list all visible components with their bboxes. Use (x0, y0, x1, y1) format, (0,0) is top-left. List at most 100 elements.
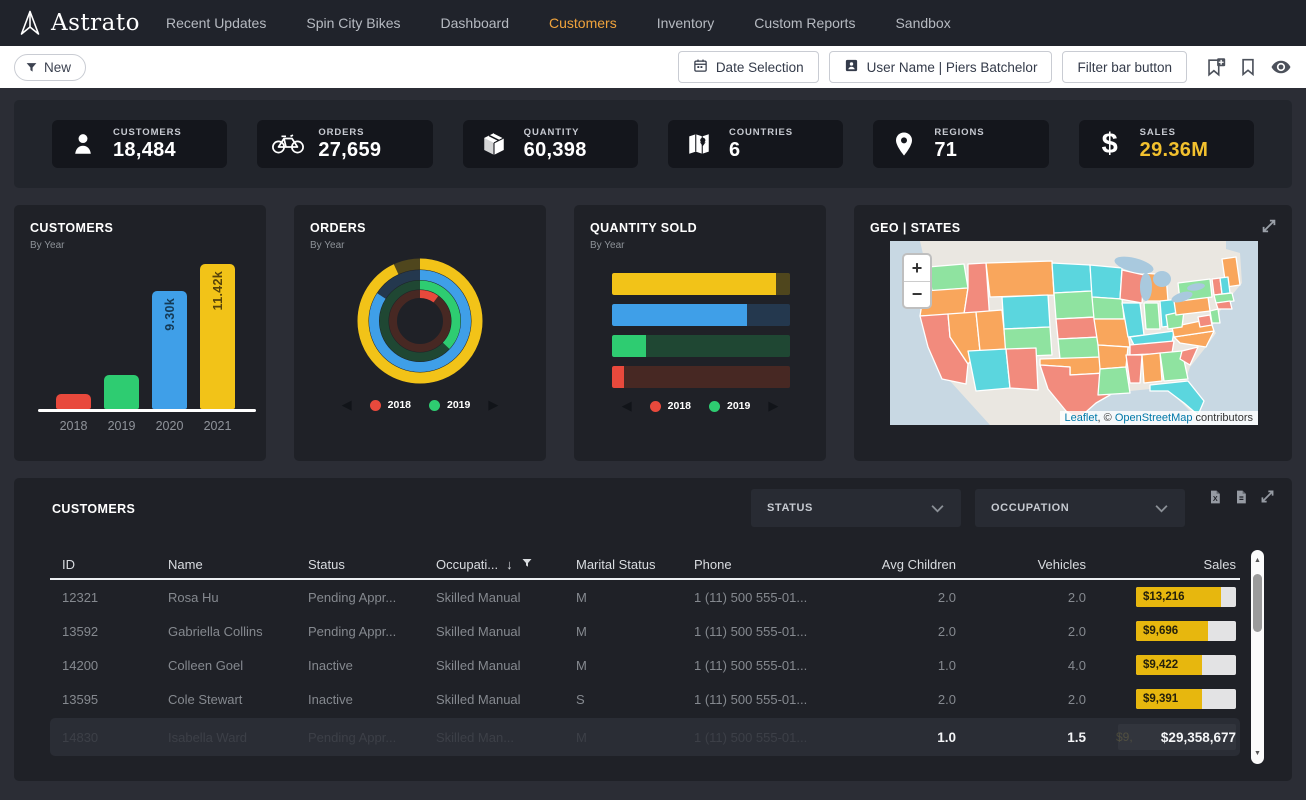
filter-funnel-icon[interactable] (521, 557, 533, 572)
cell-status: Inactive (308, 658, 436, 673)
new-filter-button[interactable]: New (14, 54, 86, 81)
eye-icon[interactable] (1270, 58, 1292, 76)
leaflet-link[interactable]: Leaflet (1065, 412, 1098, 424)
bar-2019[interactable] (104, 375, 139, 409)
export-document-icon[interactable] (1233, 489, 1249, 505)
table-row[interactable]: 13592Gabriella CollinsPending Appr...Ski… (50, 614, 1240, 648)
sort-desc-icon[interactable]: ↓ (506, 557, 513, 572)
quantity-bar-2018[interactable] (612, 366, 790, 388)
chart-title: ORDERS (310, 221, 530, 235)
ghost-cell: Pending Appr... (308, 730, 436, 745)
scroll-up-icon[interactable]: ▲ (1254, 557, 1261, 564)
bar-2018[interactable] (56, 394, 91, 409)
leaflet-map[interactable]: + − Leaflet, © OpenStreetMap contributor… (890, 241, 1258, 425)
brand-logo[interactable]: Astrato (18, 10, 140, 36)
dropdown-label: STATUS (767, 502, 813, 514)
column-header-status[interactable]: Status (308, 557, 436, 572)
funnel-icon (25, 61, 38, 74)
legend-prev-icon[interactable]: ◀ (622, 398, 632, 414)
column-header-phone[interactable]: Phone (694, 557, 844, 572)
chevron-down-icon (930, 504, 945, 513)
bar-value-label: 9.30k (163, 298, 177, 331)
bar-2021[interactable]: 11.42k (200, 264, 235, 409)
x-tick-2021: 2021 (200, 419, 235, 433)
cell-vehicles: 2.0 (956, 624, 1086, 639)
column-header-id[interactable]: ID (50, 557, 168, 572)
quantity-bar-2019[interactable] (612, 335, 790, 357)
scrollbar-thumb[interactable] (1253, 574, 1262, 632)
sales-value: $9,391 (1143, 693, 1178, 705)
user-card-icon (844, 58, 859, 76)
legend-item-2018[interactable]: 2018 (650, 400, 691, 412)
us-states-map (890, 241, 1258, 425)
zoom-in-button[interactable]: + (904, 255, 930, 281)
legend-next-icon[interactable]: ▶ (488, 397, 498, 413)
kpi-value: 29.36M (1140, 139, 1209, 162)
quantity-bar-fill (612, 366, 624, 388)
export-excel-icon[interactable]: X (1207, 489, 1223, 505)
legend-item-2018[interactable]: 2018 (370, 399, 411, 411)
table-row[interactable]: 12321Rosa HuPending Appr...Skilled Manua… (50, 580, 1240, 614)
legend-label: 2019 (447, 399, 470, 411)
column-header-name[interactable]: Name (168, 557, 308, 572)
quantity-chart-panel: QUANTITY SOLD By Year ◀20182019▶ (574, 205, 826, 461)
legend-dot (370, 400, 381, 411)
cell-sales: $13,216 (1086, 587, 1236, 607)
date-selection-button[interactable]: Date Selection (678, 51, 819, 83)
column-header-occupati[interactable]: Occupati...↓ (436, 557, 576, 572)
nav-item-dashboard[interactable]: Dashboard (441, 15, 510, 31)
zoom-out-button[interactable]: − (904, 281, 930, 307)
nav-item-recent-updates[interactable]: Recent Updates (166, 15, 266, 31)
legend-label: 2018 (388, 399, 411, 411)
dashboard-content: CUSTOMERS18,484ORDERS27,659QUANTITY60,39… (0, 88, 1306, 781)
expand-icon[interactable] (1260, 217, 1278, 240)
column-header-marital-status[interactable]: Marital Status (576, 557, 694, 572)
cell-occupation: Skilled Manual (436, 590, 576, 605)
quantity-bar-2021[interactable] (612, 273, 790, 295)
bookmark-icon[interactable] (1239, 57, 1257, 77)
nav-item-sandbox[interactable]: Sandbox (895, 15, 950, 31)
nav-item-custom-reports[interactable]: Custom Reports (754, 15, 855, 31)
table-row[interactable]: 13595Cole StewartInactiveSkilled ManualS… (50, 682, 1240, 716)
nav-item-inventory[interactable]: Inventory (657, 15, 715, 31)
ghost-cell: Skilled Man... (436, 730, 576, 745)
legend-next-icon[interactable]: ▶ (768, 398, 778, 414)
filter-bar-button-button[interactable]: Filter bar button (1062, 51, 1187, 83)
legend-label: 2018 (668, 400, 691, 412)
kpi-label: CUSTOMERS (113, 127, 182, 138)
legend-item-2019[interactable]: 2019 (429, 399, 470, 411)
cell-avg-children: 2.0 (844, 692, 956, 707)
scroll-down-icon[interactable]: ▼ (1254, 750, 1261, 757)
chart-subtitle: By Year (310, 240, 530, 251)
legend-prev-icon[interactable]: ◀ (342, 397, 352, 413)
table-row[interactable]: 14200Colleen GoelInactiveSkilled ManualM… (50, 648, 1240, 682)
kpi-card-orders: ORDERS27,659 (257, 120, 432, 168)
quantity-bar-2020[interactable] (612, 304, 790, 326)
cell-name: Rosa Hu (168, 590, 308, 605)
charts-row: CUSTOMERS By Year 9.30k11.42k 2018201920… (14, 205, 1292, 461)
bookmark-add-icon[interactable] (1205, 57, 1226, 78)
expand-icon[interactable] (1259, 488, 1276, 505)
column-header-avg-children[interactable]: Avg Children (844, 557, 956, 572)
column-header-sales[interactable]: Sales (1086, 557, 1236, 572)
table-scrollbar[interactable]: ▲ ▼ (1251, 550, 1264, 764)
kpi-value: 6 (729, 139, 793, 162)
kpi-card-regions: REGIONS71 (873, 120, 1048, 168)
column-label: Status (308, 557, 345, 572)
column-header-vehicles[interactable]: Vehicles (956, 557, 1086, 572)
legend-item-2019[interactable]: 2019 (709, 400, 750, 412)
total-sales-value: $29,358,677 (1161, 730, 1236, 745)
kpi-card-quantity: QUANTITY60,398 (463, 120, 638, 168)
nav-item-spin-city-bikes[interactable]: Spin City Bikes (306, 15, 400, 31)
openstreetmap-link[interactable]: OpenStreetMap (1115, 412, 1193, 424)
bar-2020[interactable]: 9.30k (152, 291, 187, 409)
chart-legend: ◀ 2018 2019 ▶ (590, 398, 810, 414)
cell-name: Cole Stewart (168, 692, 308, 707)
user-name-piers-batchelor-button[interactable]: User Name | Piers Batchelor (829, 51, 1053, 83)
occupation-filter-dropdown[interactable]: OCCUPATION (975, 489, 1185, 527)
cell-status: Pending Appr... (308, 590, 436, 605)
status-filter-dropdown[interactable]: STATUS (751, 489, 961, 527)
nav-item-customers[interactable]: Customers (549, 15, 617, 31)
cell-marital-status: M (576, 624, 694, 639)
cell-avg-children: 2.0 (844, 590, 956, 605)
